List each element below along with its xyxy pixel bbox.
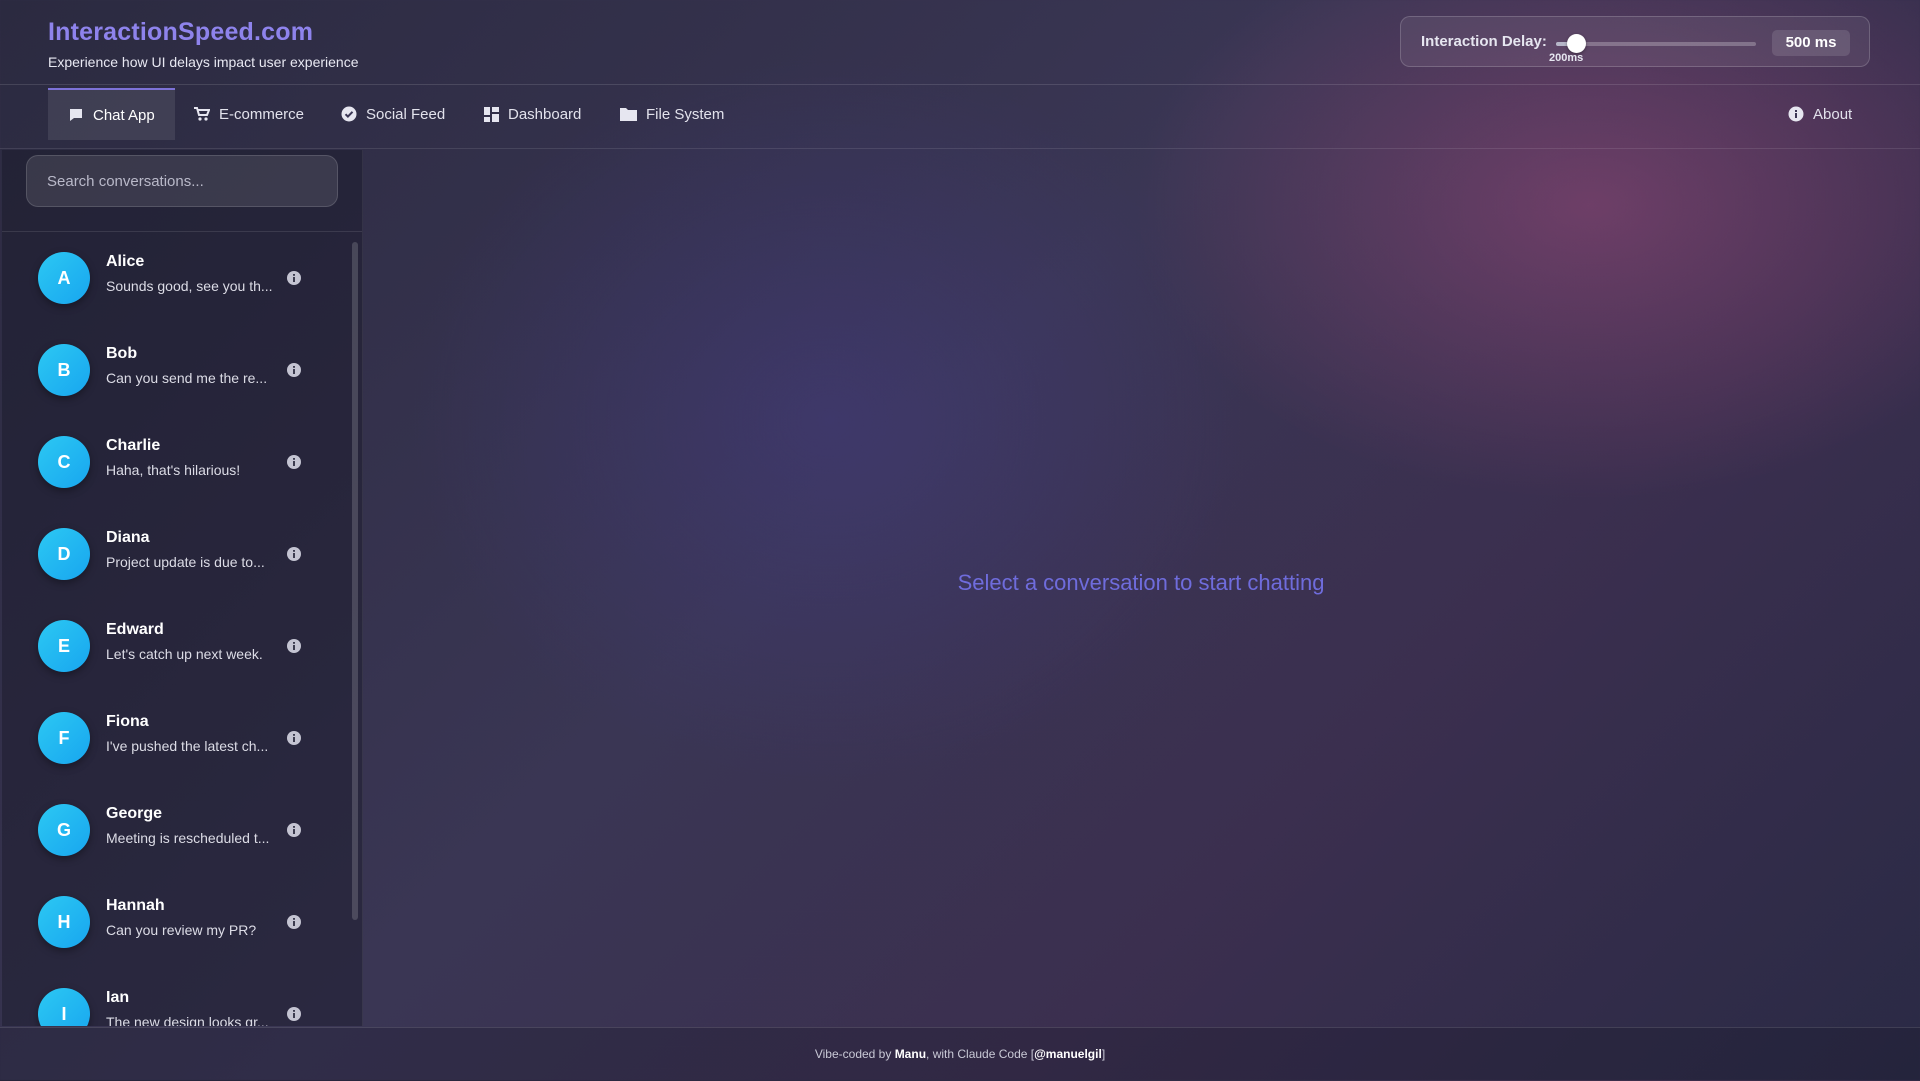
info-icon[interactable] [286, 730, 302, 751]
chat-icon [68, 107, 84, 123]
info-icon[interactable] [286, 1006, 302, 1026]
tab-file-system[interactable]: File System [620, 88, 724, 140]
avatar: G [38, 804, 90, 856]
conversation-preview: Let's catch up next week. [106, 646, 263, 662]
empty-state-message: Select a conversation to start chatting [957, 570, 1325, 595]
conversation-name: Diana [106, 529, 150, 546]
interaction-delay-panel: Interaction Delay: 200ms 500 ms [1400, 16, 1870, 67]
conversation-item[interactable]: H Hannah Can you review my PR? [2, 876, 342, 968]
delay-label: Interaction Delay: [1421, 33, 1547, 50]
folder-icon [620, 107, 637, 121]
footer: Vibe-coded by Manu, with Claude Code [@m… [0, 1027, 1920, 1081]
conversation-item[interactable]: I Ian The new design looks gr... [2, 968, 342, 1026]
conversation-preview: Sounds good, see you th... [106, 278, 273, 294]
main-nav: Chat App E-commerce Social Feed Dashboar… [0, 86, 1920, 149]
info-icon[interactable] [286, 546, 302, 567]
info-icon [1788, 106, 1804, 122]
avatar: F [38, 712, 90, 764]
avatar: A [38, 252, 90, 304]
avatar: C [38, 436, 90, 488]
delay-slider[interactable] [1556, 34, 1756, 53]
conversation-name: Charlie [106, 437, 161, 454]
sidebar-scrollbar[interactable] [352, 242, 358, 920]
info-icon[interactable] [286, 822, 302, 843]
check-circle-icon [341, 106, 357, 122]
delay-slider-tooltip: 200ms [1549, 52, 1584, 64]
footer-middle: , with Claude Code [ [926, 1047, 1035, 1061]
brand-subtitle: Experience how UI delays impact user exp… [48, 54, 359, 70]
footer-suffix: ] [1101, 1047, 1106, 1061]
footer-author-link[interactable]: Manu [895, 1047, 926, 1061]
avatar: B [38, 344, 90, 396]
tab-dashboard[interactable]: Dashboard [484, 88, 581, 140]
delay-value: 500 ms [1772, 30, 1850, 56]
tab-social-feed[interactable]: Social Feed [341, 88, 445, 140]
dashboard-icon [484, 106, 499, 122]
conversation-item[interactable]: G George Meeting is rescheduled t... [2, 784, 342, 876]
chat-main-area: Select a conversation to start chatting [362, 150, 1920, 1026]
conversation-preview: Haha, that's hilarious! [106, 462, 241, 478]
conversation-name: George [106, 805, 163, 822]
conversation-preview: I've pushed the latest ch... [106, 738, 269, 754]
info-icon[interactable] [286, 270, 302, 291]
conversation-name: Alice [106, 253, 145, 270]
conversation-item[interactable]: A Alice Sounds good, see you th... [2, 232, 342, 324]
footer-credit: Vibe-coded by Manu, with Claude Code [@m… [0, 1047, 1920, 1061]
app-header: InteractionSpeed.com Experience how UI d… [0, 0, 1920, 85]
search-conversations-input[interactable] [26, 155, 338, 207]
conversation-preview: Can you review my PR? [106, 922, 257, 938]
conversation-item[interactable]: E Edward Let's catch up next week. [2, 600, 342, 692]
tab-chat-app[interactable]: Chat App [48, 88, 175, 140]
conversation-preview: The new design looks gr... [106, 1014, 269, 1026]
conversation-name: Fiona [106, 713, 149, 730]
conversation-preview: Project update is due to... [106, 554, 265, 570]
info-icon[interactable] [286, 914, 302, 935]
footer-prefix: Vibe-coded by [814, 1047, 895, 1061]
tab-label: E-commerce [219, 105, 305, 123]
avatar: D [38, 528, 90, 580]
tab-label: Chat App [93, 106, 155, 124]
conversation-preview: Can you send me the re... [106, 370, 268, 386]
conversation-item[interactable]: C Charlie Haha, that's hilarious! [2, 416, 342, 508]
avatar: I [38, 988, 90, 1026]
info-icon[interactable] [286, 454, 302, 475]
tab-e-commerce[interactable]: E-commerce [193, 88, 304, 140]
conversation-name: Ian [106, 989, 130, 1006]
conversation-preview: Meeting is rescheduled t... [106, 830, 270, 846]
tab-label: File System [646, 105, 725, 123]
tab-label: Dashboard [508, 105, 582, 123]
conversation-name: Edward [106, 621, 164, 638]
conversation-sidebar: A Alice Sounds good, see you th... B Bob Can … [2, 150, 363, 1026]
conversation-name: Bob [106, 345, 138, 362]
about-label: About [1813, 105, 1853, 123]
brand-title[interactable]: InteractionSpeed.com [48, 18, 359, 47]
conversation-item[interactable]: B Bob Can you send me the re... [2, 324, 342, 416]
footer-handle-link[interactable]: @manuelgil [1034, 1047, 1102, 1061]
brand: InteractionSpeed.com Experience how UI d… [48, 18, 359, 70]
avatar: E [38, 620, 90, 672]
avatar: H [38, 896, 90, 948]
about-link[interactable]: About [1788, 88, 1852, 140]
delay-slider-thumb[interactable] [1567, 34, 1586, 53]
tab-label: Social Feed [366, 105, 446, 123]
info-icon[interactable] [286, 638, 302, 659]
conversation-item[interactable]: D Diana Project update is due to... [2, 508, 342, 600]
cart-icon [193, 106, 210, 122]
conversation-item[interactable]: F Fiona I've pushed the latest ch... [2, 692, 342, 784]
search-area [2, 150, 362, 232]
info-icon[interactable] [286, 362, 302, 383]
conversation-name: Hannah [106, 897, 165, 914]
